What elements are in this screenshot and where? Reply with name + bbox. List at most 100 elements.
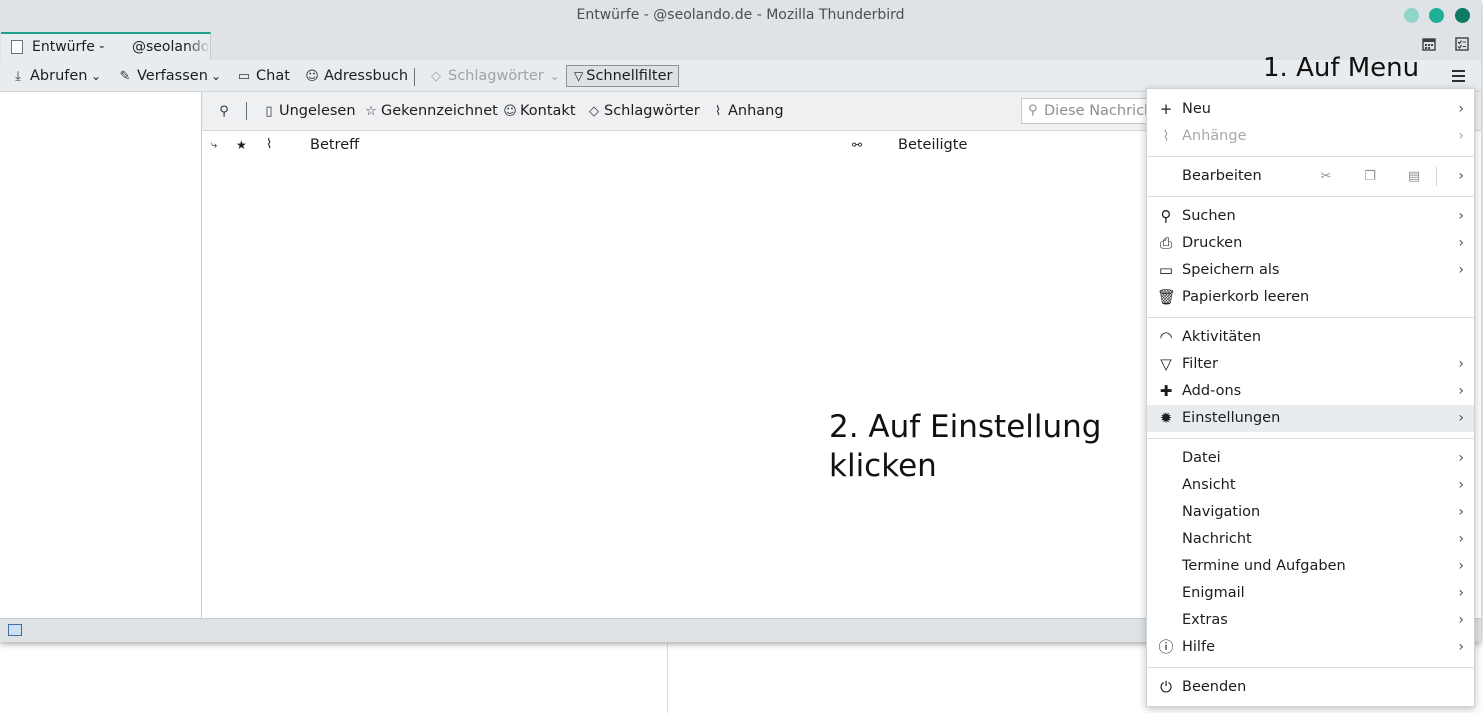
menu-item-empty-trash[interactable]: 🗑 Papierkorb leeren: [1147, 284, 1474, 311]
filter-tags-button[interactable]: ◇ Schlagwörter: [586, 92, 700, 131]
subject-column[interactable]: Betreff: [310, 131, 359, 159]
paperclip-icon: ⌇: [1162, 127, 1170, 145]
printer-icon: ⎙: [1159, 234, 1172, 252]
menu-item-activities[interactable]: ◠ Aktivitäten: [1147, 324, 1474, 351]
get-mail-label: Abrufen: [30, 68, 88, 84]
menu-item-print[interactable]: ⎙ Drucken ›: [1147, 230, 1474, 257]
quickfilter-label: Schnellfilter: [586, 68, 673, 84]
folder-pane: [0, 92, 202, 618]
chevron-right-icon: ›: [1458, 208, 1464, 224]
puzzle-icon: ✚: [1159, 382, 1173, 400]
menu-item-filter[interactable]: ▽ Filter ›: [1147, 351, 1474, 378]
menu-item-view[interactable]: Ansicht ›: [1147, 472, 1474, 499]
chevron-down-icon: ⌄: [211, 69, 222, 83]
menu-item-file[interactable]: Datei ›: [1147, 445, 1474, 472]
chevron-right-icon: ›: [1458, 383, 1464, 399]
get-mail-dropdown[interactable]: ⌄: [91, 60, 101, 92]
pin-icon: ⚲: [219, 104, 229, 119]
filter-icon: ▽: [574, 69, 584, 83]
chevron-right-icon: ›: [1458, 450, 1464, 466]
menu-item-extras[interactable]: Extras ›: [1147, 607, 1474, 634]
chat-button[interactable]: ▭ Chat: [236, 60, 290, 92]
quickfilter-toggle[interactable]: ▽ Schnellfilter: [566, 65, 679, 87]
paperclip-icon: ⌇: [714, 104, 722, 119]
tab-label: Entwürfe -: [32, 39, 105, 55]
contact-icon: ☺: [503, 104, 517, 119]
menu-item-settings[interactable]: ✹ Einstellungen ›: [1147, 405, 1474, 432]
filter-starred-button[interactable]: ☆ Gekennzeichnet: [363, 92, 498, 131]
tag-icon: ◇: [431, 69, 441, 84]
menu-item-edit: Bearbeiten ✂ ❐ ▤ ›: [1147, 163, 1474, 190]
search-icon: ⚲: [1028, 103, 1038, 118]
online-status-icon[interactable]: [8, 624, 22, 636]
tab-drafts[interactable]: Entwürfe - @seolando: [1, 32, 211, 60]
app-menu-panel: + Neu › ⌇ Anhänge › Bearbeiten ✂ ❐ ▤ › ⚲ Such…: [1146, 88, 1475, 707]
close-button[interactable]: [1455, 8, 1470, 23]
filter-unread-label: Ungelesen: [279, 103, 356, 119]
chevron-right-icon: ›: [1458, 477, 1464, 493]
filter-attachment-label: Anhang: [728, 103, 784, 119]
help-icon: ⓘ: [1158, 638, 1174, 656]
menu-item-addons[interactable]: ✚ Add-ons ›: [1147, 378, 1474, 405]
chevron-down-icon: ⌄: [549, 69, 560, 83]
menu-item-new[interactable]: + Neu ›: [1147, 96, 1474, 123]
pencil-icon: ✎: [119, 69, 131, 84]
menu-item-help[interactable]: ⓘ Hilfe ›: [1147, 634, 1474, 661]
chevron-right-icon: ›: [1458, 585, 1464, 601]
chevron-right-icon: ›: [1458, 262, 1464, 278]
tags-button[interactable]: ◇ Schlagwörter ⌄: [428, 60, 560, 92]
title-bar: Entwürfe - @seolando.de - Mozilla Thunde…: [0, 0, 1481, 31]
cut-icon[interactable]: ✂: [1316, 163, 1336, 190]
trash-icon: 🗑: [1157, 288, 1177, 306]
chevron-right-icon: ›: [1458, 128, 1464, 144]
maximize-button[interactable]: [1429, 8, 1444, 23]
filter-attachment-button[interactable]: ⌇ Anhang: [710, 92, 784, 131]
chevron-right-icon: ›: [1458, 531, 1464, 547]
thread-column-icon[interactable]: ⤷: [211, 131, 217, 159]
calendar-icon[interactable]: [1422, 37, 1436, 51]
tasks-icon[interactable]: [1455, 37, 1469, 51]
toolbar-separator: [414, 68, 415, 86]
menu-item-navigation[interactable]: Navigation ›: [1147, 499, 1474, 526]
chevron-right-icon: ›: [1458, 356, 1464, 372]
chat-label: Chat: [256, 68, 290, 84]
chevron-down-icon: ⌄: [91, 69, 102, 83]
filter-unread-button[interactable]: ▯ Ungelesen: [261, 92, 356, 131]
copy-icon[interactable]: ❐: [1360, 163, 1380, 190]
document-icon: [11, 40, 23, 54]
menu-item-attachments[interactable]: ⌇ Anhänge ›: [1147, 123, 1474, 150]
folder-save-icon: ▭: [1158, 261, 1174, 279]
menu-item-enigmail[interactable]: Enigmail ›: [1147, 580, 1474, 607]
search-icon: ⚲: [1160, 207, 1172, 225]
compose-dropdown[interactable]: ⌄: [211, 60, 221, 92]
filter-icon: ▽: [1160, 355, 1172, 373]
menu-item-events-tasks[interactable]: Termine und Aufgaben ›: [1147, 553, 1474, 580]
participants-column[interactable]: Beteiligte: [898, 131, 967, 159]
filter-tags-label: Schlagwörter: [604, 103, 700, 119]
filter-separator: [246, 102, 247, 120]
addressbook-label: Adressbuch: [324, 68, 409, 84]
tag-icon: ◇: [589, 104, 599, 119]
filter-search-input[interactable]: ⚲ Diese Nachrichten filtern: [1021, 98, 1161, 124]
read-status-column-icon[interactable]: ⚯: [852, 131, 862, 159]
compose-button[interactable]: ✎ Verfassen: [117, 60, 208, 92]
app-menu-button[interactable]: [1452, 70, 1465, 82]
get-mail-button[interactable]: ⤓ Abrufen: [10, 60, 88, 92]
star-icon: ☆: [365, 104, 377, 119]
starred-column-icon[interactable]: ★: [236, 131, 247, 159]
menu-item-search[interactable]: ⚲ Suchen ›: [1147, 203, 1474, 230]
contact-icon: ☺: [305, 69, 319, 84]
gear-icon: ✹: [1159, 409, 1173, 427]
menu-item-quit[interactable]: ⏻ Beenden: [1147, 674, 1474, 701]
menu-item-save-as[interactable]: ▭ Speichern als ›: [1147, 257, 1474, 284]
filter-contact-button[interactable]: ☺ Kontakt: [502, 92, 575, 131]
chevron-right-icon[interactable]: ›: [1458, 163, 1464, 190]
addressbook-button[interactable]: ☺ Adressbuch: [304, 60, 408, 92]
paste-icon[interactable]: ▤: [1404, 163, 1424, 190]
attachment-column-icon[interactable]: ⌇: [266, 131, 272, 159]
menu-item-message[interactable]: Nachricht ›: [1147, 526, 1474, 553]
sticky-filter-button[interactable]: ⚲: [216, 92, 234, 131]
chevron-right-icon: ›: [1458, 639, 1464, 655]
minimize-button[interactable]: [1404, 8, 1419, 23]
tags-label: Schlagwörter: [448, 68, 544, 84]
